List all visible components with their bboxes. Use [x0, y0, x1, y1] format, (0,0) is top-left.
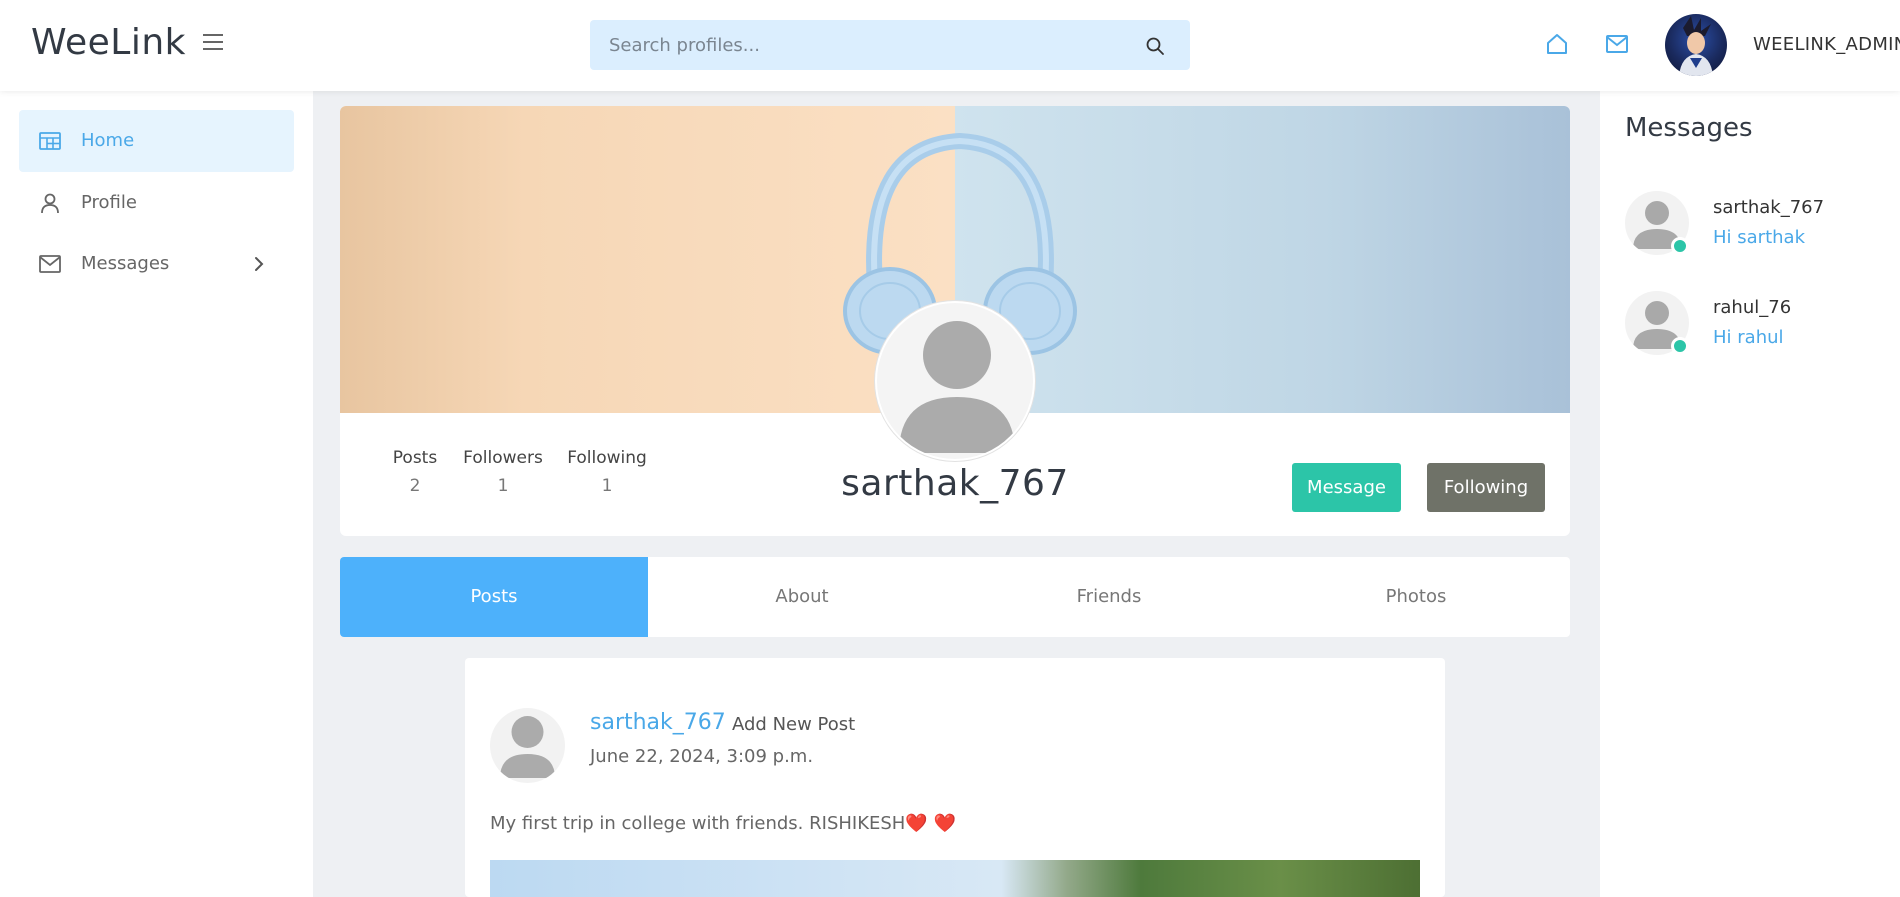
sidebar-item-label: Home	[81, 130, 135, 151]
sidebar-item-home[interactable]: Home	[19, 110, 294, 172]
sidebar-item-profile[interactable]: Profile	[19, 172, 294, 234]
message-preview: Hi rahul	[1713, 327, 1784, 348]
messages-panel: Messages sarthak_767 Hi sarthak rahul_76…	[1600, 91, 1900, 897]
tab-friends[interactable]: Friends	[955, 557, 1263, 637]
sidebar-item-label: Messages	[81, 253, 170, 274]
tab-photos[interactable]: Photos	[1262, 557, 1570, 637]
mail-icon	[39, 255, 61, 273]
mail-icon[interactable]	[1605, 33, 1629, 55]
post-action-label: Add New Post	[732, 714, 856, 735]
top-bar: WeeLink WEELINK_ADMIN	[0, 0, 1900, 91]
messages-panel-title: Messages	[1625, 113, 1753, 143]
message-preview: Hi sarthak	[1713, 227, 1805, 248]
online-status-indicator	[1671, 237, 1689, 255]
message-item[interactable]: rahul_76 Hi rahul	[1625, 291, 1885, 361]
sidebar-item-label: Profile	[81, 192, 137, 213]
profile-tabs: Posts About Friends Photos	[340, 557, 1570, 637]
online-status-indicator	[1671, 337, 1689, 355]
profile-card: Posts 2 Followers 1 Following 1 sarthak_…	[340, 106, 1570, 536]
message-sender: rahul_76	[1713, 297, 1792, 318]
tab-posts[interactable]: Posts	[340, 557, 648, 637]
chevron-right-icon[interactable]	[252, 255, 266, 273]
post-timestamp: June 22, 2024, 3:09 p.m.	[590, 746, 814, 767]
message-button[interactable]: Message	[1292, 463, 1401, 512]
message-item[interactable]: sarthak_767 Hi sarthak	[1625, 191, 1885, 261]
home-grid-icon	[39, 132, 61, 150]
post-card: sarthak_767 Add New Post June 22, 2024, …	[465, 658, 1445, 897]
search-bar	[590, 20, 1190, 70]
avatar[interactable]	[490, 708, 565, 783]
user-avatar[interactable]	[1665, 14, 1727, 76]
left-sidebar: Home Profile Messages	[0, 91, 313, 897]
tab-about[interactable]: About	[648, 557, 956, 637]
post-author-link[interactable]: sarthak_767	[590, 710, 726, 735]
sidebar-item-messages[interactable]: Messages	[19, 233, 294, 295]
following-button[interactable]: Following	[1427, 463, 1545, 512]
profile-avatar	[875, 301, 1035, 461]
search-input[interactable]	[590, 20, 1190, 70]
search-icon[interactable]	[1145, 36, 1165, 56]
home-icon[interactable]	[1545, 32, 1569, 56]
message-sender: sarthak_767	[1713, 197, 1825, 218]
post-caption: My first trip in college with friends. R…	[490, 813, 956, 834]
user-icon	[41, 193, 59, 214]
post-image[interactable]	[490, 860, 1420, 897]
hamburger-menu-icon[interactable]	[203, 32, 225, 50]
app-logo[interactable]: WeeLink	[31, 22, 186, 63]
current-username[interactable]: WEELINK_ADMIN	[1753, 34, 1900, 55]
